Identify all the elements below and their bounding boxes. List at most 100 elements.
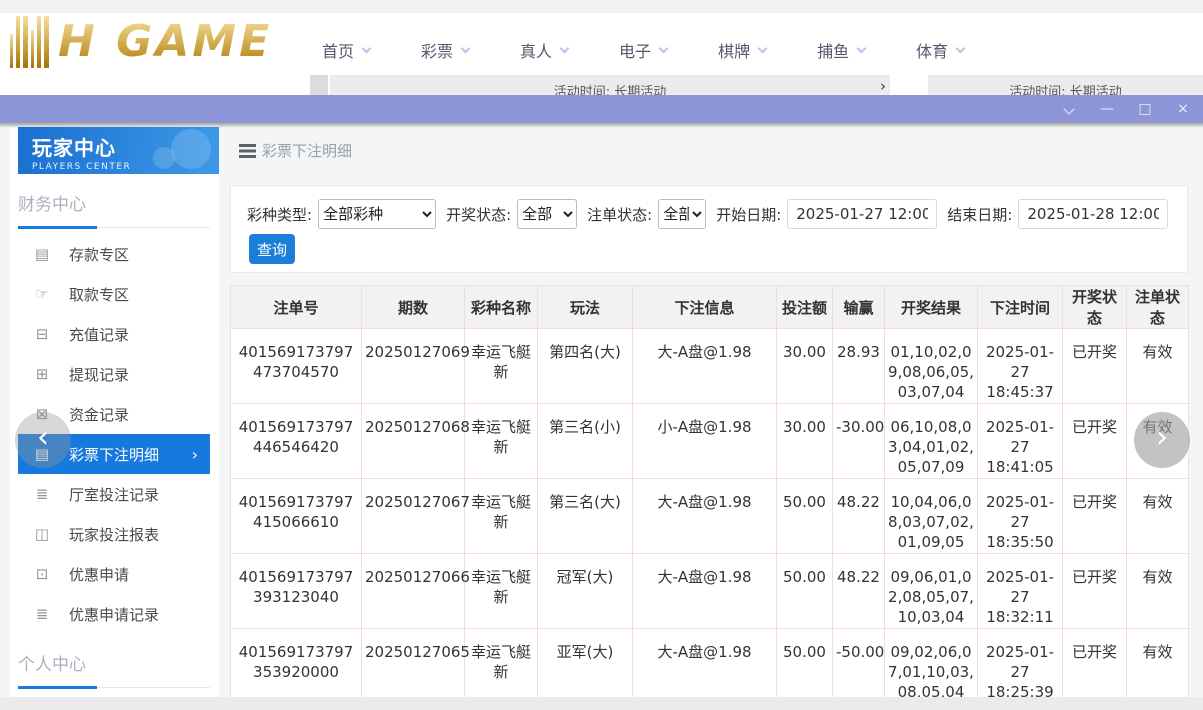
cell-draw-status: 已开奖: [1063, 329, 1127, 404]
sidebar-menu-item[interactable]: ≣ 厅室投注记录: [18, 474, 210, 514]
cell-bet-time: 2025-01-27 18:41:05: [978, 404, 1063, 479]
gamepad-graphic: [171, 129, 211, 169]
deposit-zone-icon: ▤: [32, 245, 52, 263]
section-personal-center: 个人中心: [18, 650, 219, 688]
chevron-down-icon: [362, 43, 372, 53]
nav-item[interactable]: 真人: [520, 38, 568, 62]
promo-apply-icon: ⊡: [32, 565, 52, 583]
cell-bet-time: 2025-01-27 18:25:39: [978, 629, 1063, 704]
cell-lottery-name: 幸运飞艇新: [465, 554, 538, 629]
main-nav: 首页 彩票 真人 电子 棋牌 捕鱼 体育: [322, 38, 964, 62]
section-underline: [18, 687, 210, 688]
sidebar-menu-item[interactable]: ▤ 存款专区: [18, 234, 210, 274]
scroll-right-button[interactable]: ›: [1134, 412, 1190, 468]
bottom-strip: [0, 697, 1203, 710]
cell-bet-status: 有效: [1127, 554, 1189, 629]
background-clipped-text: 活动时间: 长期活动: [330, 75, 890, 95]
cell-lottery-name: 幸运飞艇新: [465, 404, 538, 479]
section-finance-center: 财务中心: [18, 190, 219, 228]
sidebar-menu-item[interactable]: ☞ 取款专区: [18, 274, 210, 314]
cell-bet-status: 有效: [1127, 329, 1189, 404]
nav-item[interactable]: 首页: [322, 38, 370, 62]
minimize-button[interactable]: —: [1099, 102, 1115, 116]
chevron-down-icon: [1063, 103, 1074, 114]
sidebar-collapse-button[interactable]: ‹: [15, 412, 71, 468]
nav-item[interactable]: 棋牌: [718, 38, 766, 62]
chevron-down-icon: [956, 43, 966, 53]
table-header-row: 注单号期数彩种名称玩法下注信息投注额输赢开奖结果下注时间开奖状态注单状态: [231, 286, 1189, 329]
cell-bet-time: 2025-01-27 18:45:37: [978, 329, 1063, 404]
table-header-cell: 开奖结果: [885, 286, 978, 329]
nav-item[interactable]: 电子: [619, 38, 667, 62]
logo-text: H GAME: [58, 16, 272, 68]
cell-order-id: 401569173797353920000: [231, 629, 362, 704]
chevron-down-icon: [758, 43, 768, 53]
cell-bet-time: 2025-01-27 18:32:11: [978, 554, 1063, 629]
sidebar-item-label: 厅室投注记录: [69, 484, 159, 505]
cell-play: 第三名(大): [538, 479, 633, 554]
table-header-cell: 注单状态: [1127, 286, 1189, 329]
cell-play: 亚军(大): [538, 629, 633, 704]
start-date-input[interactable]: [787, 199, 937, 229]
cell-bet-amount: 50.00: [777, 554, 833, 629]
table-header-cell: 下注信息: [633, 286, 777, 329]
sidebar-item-label: 玩家投注报表: [69, 524, 159, 545]
bet-status-label: 注单状态:: [587, 204, 652, 225]
maximize-button[interactable]: □: [1137, 102, 1153, 116]
nav-item[interactable]: 捕鱼: [817, 38, 865, 62]
table-body: 401569173797473704570 20250127069 幸运飞艇新 …: [231, 329, 1189, 704]
sidebar-menu-item[interactable]: ⊡ 优惠申请: [18, 554, 210, 594]
section-underline: [18, 227, 210, 228]
draw-status-label: 开奖状态:: [446, 204, 511, 225]
hamburger-menu-icon[interactable]: [239, 144, 256, 147]
bet-detail-table: 注单号期数彩种名称玩法下注信息投注额输赢开奖结果下注时间开奖状态注单状态 401…: [230, 285, 1189, 704]
cell-draw-status: 已开奖: [1063, 404, 1127, 479]
cell-lottery-name: 幸运飞艇新: [465, 629, 538, 704]
draw-status-select[interactable]: 全部: [517, 199, 577, 229]
sidebar-item-label: 优惠申请: [69, 564, 129, 585]
table-header-cell: 下注时间: [978, 286, 1063, 329]
nav-item[interactable]: 彩票: [421, 38, 469, 62]
brand-logo[interactable]: H GAME: [10, 16, 272, 68]
table-header-cell: 期数: [362, 286, 465, 329]
end-date-input[interactable]: [1018, 199, 1168, 229]
nav-item-label: 捕鱼: [817, 38, 849, 62]
cell-order-id: 401569173797415066610: [231, 479, 362, 554]
cell-bet-status: 有效: [1127, 479, 1189, 554]
lottery-type-select[interactable]: 全部彩种: [318, 199, 436, 229]
cell-play: 第三名(小): [538, 404, 633, 479]
sidebar-menu-item[interactable]: ◫ 玩家投注报表: [18, 514, 210, 554]
nav-item[interactable]: 体育: [916, 38, 964, 62]
sidebar-item-label: 资金记录: [69, 404, 129, 425]
bet-status-select[interactable]: 全部: [658, 199, 706, 229]
table-row: 401569173797446546420 20250127068 幸运飞艇新 …: [231, 404, 1189, 479]
sidebar-menu-item[interactable]: ⊟ 充值记录: [18, 314, 210, 354]
table-row: 401569173797473704570 20250127069 幸运飞艇新 …: [231, 329, 1189, 404]
table-header-cell: 注单号: [231, 286, 362, 329]
table-header-cell: 输赢: [833, 286, 885, 329]
table-header-cell: 彩种名称: [465, 286, 538, 329]
cell-draw-result: 09,02,06,07,01,10,03,08,05,04: [885, 629, 978, 704]
sidebar-menu-item[interactable]: ⊞ 提现记录: [18, 354, 210, 394]
withdraw-zone-icon: ☞: [32, 285, 52, 303]
cell-lottery-name: 幸运飞艇新: [465, 479, 538, 554]
cell-bet-info: 大-A盘@1.98: [633, 554, 777, 629]
hall-bet-record-icon: ≣: [32, 485, 52, 503]
background-block: [310, 75, 328, 95]
cell-order-id: 401569173797446546420: [231, 404, 362, 479]
cell-order-id: 401569173797393123040: [231, 554, 362, 629]
cell-draw-result: 01,10,02,09,08,06,05,03,07,04: [885, 329, 978, 404]
cell-bet-status: 有效: [1127, 629, 1189, 704]
table-row: 401569173797415066610 20250127067 幸运飞艇新 …: [231, 479, 1189, 554]
gamepad-graphic: [153, 147, 175, 169]
sidebar-item-label: 存款专区: [69, 244, 129, 265]
cell-play: 冠军(大): [538, 554, 633, 629]
close-button[interactable]: ×: [1175, 102, 1191, 116]
search-button[interactable]: 查询: [249, 234, 295, 264]
sidebar-item-label: 提现记录: [69, 364, 129, 385]
window-controls: — □ ×: [1061, 95, 1191, 122]
end-date-label: 结束日期:: [947, 204, 1012, 225]
window-dropdown-button[interactable]: [1061, 102, 1077, 116]
sidebar-menu-item[interactable]: ≣ 优惠申请记录: [18, 594, 210, 634]
table-header-cell: 玩法: [538, 286, 633, 329]
